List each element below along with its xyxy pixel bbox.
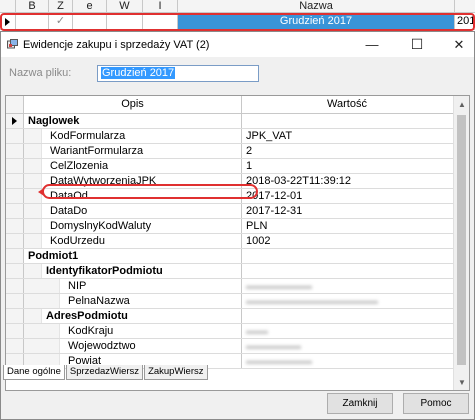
row-label: DataDo xyxy=(42,204,242,218)
row-label: IdentyfikatorPodmiotu xyxy=(42,264,242,278)
row-value[interactable]: 2017-12-01 xyxy=(242,189,469,203)
row-selector[interactable] xyxy=(6,114,24,128)
scroll-up-icon[interactable]: ▲ xyxy=(454,96,469,112)
column-header-wartosc[interactable]: Wartość xyxy=(242,96,452,113)
row-label: Wojewodztwo xyxy=(60,339,242,353)
file-name-value: Grudzień 2017 xyxy=(101,66,176,79)
row-value[interactable]: 1002 xyxy=(242,234,469,248)
column-header-z[interactable]: Z xyxy=(49,0,73,13)
row-label: KodUrzedu xyxy=(42,234,242,248)
grid-row-identyfikatorpodmiotu[interactable]: IdentyfikatorPodmiotu xyxy=(6,264,469,279)
row-label: Naglowek xyxy=(24,114,242,128)
row-label: KodKraju xyxy=(60,324,242,338)
grid-row-kodkraju[interactable]: KodKraju ▬▬ xyxy=(6,324,469,339)
row-value xyxy=(242,264,469,278)
grid-row-kodurzedu[interactable]: KodUrzedu 1002 xyxy=(6,234,469,249)
row-value[interactable]: 2 xyxy=(242,144,469,158)
row-value xyxy=(242,249,469,263)
scroll-thumb[interactable] xyxy=(457,115,466,365)
tab-sprzedaz-wiersz[interactable]: SprzedazWiersz xyxy=(65,365,144,380)
column-header-e[interactable]: e xyxy=(73,0,107,13)
row-value[interactable]: 2018-03-22T11:39:12 xyxy=(242,174,469,188)
vat-register-dialog: Ewidencje zakupu i sprzedaży VAT (2) — ☐… xyxy=(0,31,475,420)
row-label: KodFormularza xyxy=(42,129,242,143)
property-grid-header: Opis Wartość xyxy=(6,96,469,114)
row-label: AdresPodmiotu xyxy=(42,309,242,323)
file-name-label: Nazwa pliku: xyxy=(9,67,72,79)
column-header-i[interactable]: I xyxy=(143,0,178,13)
triangle-right-icon xyxy=(12,117,17,125)
property-grid[interactable]: Opis Wartość Naglowek KodFormularza JPK_… xyxy=(5,95,470,391)
grid-row-pelnanazwa[interactable]: PelnaNazwa ▬▬▬▬▬▬▬▬▬▬▬▬ xyxy=(6,294,469,309)
celzlozenia-highlight-outline xyxy=(42,184,258,199)
row-value-redacted[interactable]: ▬▬ xyxy=(242,324,469,338)
column-header-b[interactable]: B xyxy=(16,0,49,13)
grid-row-adrespodmiotu[interactable]: AdresPodmiotu xyxy=(6,309,469,324)
row-value-redacted[interactable]: ▬▬▬▬▬▬ xyxy=(242,279,469,293)
row-label: Podmiot1 xyxy=(24,249,242,263)
tab-dane-ogolne[interactable]: Dane ogólne xyxy=(3,365,65,380)
grid-row-wojewodztwo[interactable]: Wojewodztwo ▬▬▬▬▬ xyxy=(6,339,469,354)
dialog-titlebar[interactable]: Ewidencje zakupu i sprzedaży VAT (2) — ☐… xyxy=(1,32,474,57)
file-name-row: Nazwa pliku: Grudzień 2017 xyxy=(1,62,474,84)
close-window-button[interactable]: ✕ xyxy=(444,32,474,57)
grid-row-wariantformularza[interactable]: WariantFormularza 2 xyxy=(6,144,469,159)
row-label: NIP xyxy=(60,279,242,293)
header-selector xyxy=(6,96,24,113)
vertical-scrollbar[interactable]: ▲ ▼ xyxy=(453,96,469,390)
grid-row-datado[interactable]: DataDo 2017-12-31 xyxy=(6,204,469,219)
row-value[interactable]: 1 xyxy=(242,159,469,173)
column-header-nazwa[interactable]: Nazwa xyxy=(178,0,455,13)
dialog-title: Ewidencje zakupu i sprzedaży VAT (2) xyxy=(23,38,210,51)
help-button[interactable]: Pomoc xyxy=(403,393,469,414)
row-value-redacted[interactable]: ▬▬▬▬▬ xyxy=(242,339,469,353)
row-value xyxy=(242,309,469,323)
highlight-arrow-icon xyxy=(38,188,44,196)
grid-row-podmiot1[interactable]: Podmiot1 xyxy=(6,249,469,264)
column-header-opis[interactable]: Opis xyxy=(24,96,242,113)
row-value[interactable]: JPK_VAT xyxy=(242,129,469,143)
background-grid: B Z e W I Nazwa ✓ Grudzień 2017 201 xyxy=(0,0,475,31)
grid-row-naglowek[interactable]: Naglowek xyxy=(6,114,469,129)
background-grid-header: B Z e W I Nazwa xyxy=(0,0,475,13)
tab-zakup-wiersz[interactable]: ZakupWiersz xyxy=(144,365,208,380)
grid-row-celzlozenia[interactable]: CelZlozenia 1 xyxy=(6,159,469,174)
grid-row-kodformularza[interactable]: KodFormularza JPK_VAT xyxy=(6,129,469,144)
row-value xyxy=(242,114,469,128)
window-app-icon xyxy=(7,39,18,50)
row-label: WariantFormularza xyxy=(42,144,242,158)
scroll-down-icon[interactable]: ▼ xyxy=(454,374,469,390)
row-value-redacted[interactable]: ▬▬▬▬▬▬▬▬▬▬▬▬ xyxy=(242,294,469,308)
tab-strip: Dane ogólne SprzedazWiersz ZakupWiersz xyxy=(3,365,209,380)
row-label: PelnaNazwa xyxy=(60,294,242,308)
close-button[interactable]: Zamknij xyxy=(327,393,393,414)
row-value[interactable]: 2017-12-31 xyxy=(242,204,469,218)
grid-row-nip[interactable]: NIP ▬▬▬▬▬▬ xyxy=(6,279,469,294)
column-header-selector xyxy=(0,0,16,13)
row-value-redacted[interactable]: ▬▬▬▬▬▬ xyxy=(242,354,469,368)
row-value[interactable]: PLN xyxy=(242,219,469,233)
column-header-extra[interactable] xyxy=(455,0,475,13)
column-header-w[interactable]: W xyxy=(107,0,143,13)
maximize-button[interactable]: ☐ xyxy=(402,32,432,57)
row-highlight-outline xyxy=(0,13,475,31)
row-label: DomyslnyKodWaluty xyxy=(42,219,242,233)
grid-row-domyslnykodwaluty[interactable]: DomyslnyKodWaluty PLN xyxy=(6,219,469,234)
file-name-input[interactable]: Grudzień 2017 xyxy=(97,64,259,82)
minimize-button[interactable]: — xyxy=(357,32,387,57)
row-label: CelZlozenia xyxy=(42,159,242,173)
